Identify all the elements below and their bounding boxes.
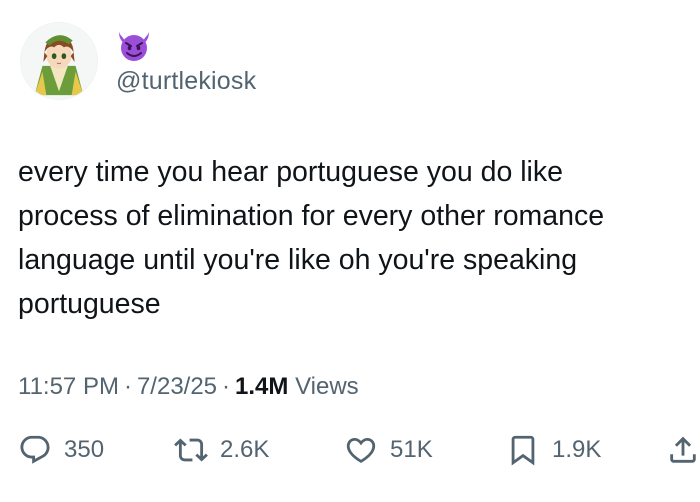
reply-icon bbox=[20, 435, 50, 464]
like-count: 51K bbox=[390, 436, 433, 463]
share-button[interactable] bbox=[666, 428, 700, 472]
bookmark-icon bbox=[511, 435, 535, 466]
separator-dot: · bbox=[222, 373, 231, 400]
reply-count: 350 bbox=[64, 436, 105, 463]
repost-button[interactable]: 2.6K bbox=[174, 428, 269, 472]
avatar[interactable] bbox=[20, 22, 98, 100]
author-handle[interactable]: @turtlekiosk bbox=[116, 66, 256, 96]
views-label: Views bbox=[295, 373, 359, 400]
anime-character-avatar-icon bbox=[21, 23, 97, 99]
reply-button[interactable]: 350 bbox=[18, 428, 104, 472]
tweet-text: every time you hear portuguese you do li… bbox=[18, 156, 605, 320]
repost-icon bbox=[174, 438, 208, 462]
bookmark-button[interactable]: 1.9K bbox=[506, 428, 601, 472]
tweet-meta: 11:57 PM · 7/23/25 · 1.4M Views bbox=[18, 372, 359, 402]
smiling-imp-emoji-icon bbox=[116, 28, 152, 64]
action-bar: 350 2.6K 51K 1.9K bbox=[0, 428, 700, 472]
tweet-time[interactable]: 11:57 PM bbox=[18, 373, 119, 400]
like-button[interactable]: 51K bbox=[344, 428, 433, 472]
separator-dot: · bbox=[123, 373, 132, 400]
repost-count: 2.6K bbox=[220, 436, 270, 463]
share-icon bbox=[670, 436, 696, 463]
views-count: 1.4M bbox=[235, 373, 289, 400]
tweet-date[interactable]: 7/23/25 bbox=[137, 373, 217, 400]
bookmark-count: 1.9K bbox=[552, 436, 602, 463]
heart-icon bbox=[346, 437, 376, 463]
